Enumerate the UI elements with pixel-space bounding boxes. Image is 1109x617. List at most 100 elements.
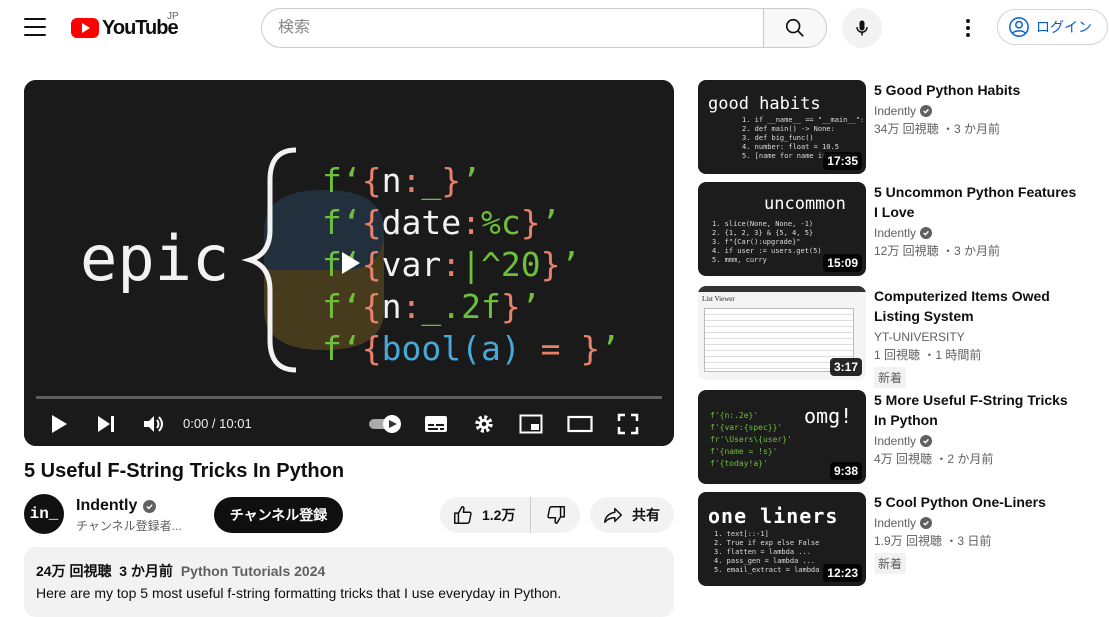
- share-button[interactable]: 共有: [590, 497, 674, 533]
- verified-icon: [920, 105, 933, 117]
- settings-button[interactable]: [472, 410, 496, 438]
- next-button[interactable]: [95, 410, 117, 438]
- youtube-play-icon: [71, 18, 99, 38]
- video-title: 5 Useful F-String Tricks In Python: [24, 460, 345, 482]
- verified-icon: [920, 435, 933, 447]
- search-input[interactable]: [278, 19, 764, 37]
- theater-mode-button[interactable]: [566, 410, 594, 438]
- search-icon: [785, 18, 804, 37]
- recommended-video[interactable]: omg! f'{n:.2e}' f'{var:{spec}}' fr'\Users\{…: [698, 390, 1108, 484]
- video-thumbnail[interactable]: good habits 1. if __name__ == "__main__":…: [698, 80, 866, 174]
- thumb-heading: good habits: [708, 94, 821, 114]
- recommended-meta: 4万 回視聴 ・2 か月前: [874, 452, 994, 466]
- player-controls: 0:00 / 10:01: [24, 402, 674, 446]
- video-thumbnail[interactable]: one liners 1. text[::-1] 2. True if exp el…: [698, 492, 866, 586]
- code-line: f‘{bool(a) = }’: [322, 329, 620, 368]
- verified-icon: [920, 227, 933, 239]
- subscribe-button[interactable]: チャンネル登録: [214, 497, 343, 533]
- recommended-channel[interactable]: Indently: [874, 104, 1084, 118]
- miniplayer-icon: [519, 414, 543, 434]
- recommended-channel[interactable]: YT-UNIVERSITY: [874, 330, 1084, 344]
- thumb-code-line: fr'\Users\{user}': [710, 435, 792, 444]
- recommended-title[interactable]: 5 Uncommon Python Features I Love: [874, 182, 1084, 222]
- login-button[interactable]: ログイン: [997, 9, 1108, 45]
- channel-avatar[interactable]: in_: [24, 494, 64, 534]
- recommended-title[interactable]: 5 More Useful F-String Tricks In Python: [874, 390, 1084, 430]
- code-line: f‘{n:_}’: [322, 161, 481, 201]
- recommended-channel-name: Indently: [874, 104, 917, 118]
- thumb-code-line: 2. True if exp else False: [714, 539, 820, 547]
- description-text: Here are my top 5 most useful f-string f…: [36, 585, 562, 601]
- recommended-channel-name: Indently: [874, 226, 917, 240]
- play-button[interactable]: [48, 410, 70, 438]
- video-thumbnail[interactable]: List Viewer 3:17: [698, 286, 866, 380]
- menu-icon[interactable]: [24, 18, 46, 36]
- thumb-code-line: 1. if __name__ == "__main__":: [742, 116, 865, 124]
- gear-icon: [475, 415, 493, 433]
- verified-icon: [920, 517, 933, 529]
- like-dislike-group: 1.2万: [440, 497, 580, 533]
- video-info: 5 Good Python Habits Indently 34万 回視聴 ・3 か…: [874, 80, 1084, 137]
- recommended-video[interactable]: good habits 1. if __name__ == "__main__":…: [698, 80, 1108, 174]
- region-label: JP: [167, 11, 179, 22]
- video-thumbnail[interactable]: omg! f'{n:.2e}' f'{var:{spec}}' fr'\Users\{…: [698, 390, 866, 484]
- recommended-video[interactable]: uncommon 1. slice(None, None, -1) 2. {1, 2…: [698, 182, 1108, 276]
- thumb-heading: uncommon: [764, 194, 846, 214]
- recommended-channel[interactable]: Indently: [874, 434, 1084, 448]
- duration-badge: 12:23: [823, 564, 862, 582]
- duration-badge: 17:35: [823, 152, 862, 170]
- miniplayer-button[interactable]: [518, 410, 544, 438]
- video-thumbnail[interactable]: uncommon 1. slice(None, None, -1) 2. {1, 2…: [698, 182, 866, 276]
- autoplay-toggle[interactable]: [368, 410, 404, 438]
- thumb-code-line: 4. number: float = 10.5: [742, 143, 839, 151]
- thumb-heading: omg!: [804, 404, 853, 428]
- thumb-code-line: 5. email_extract = lambda: [714, 566, 820, 574]
- hashtag-link[interactable]: Python Tutorials 2024: [181, 563, 325, 579]
- thumbs-up-icon: [454, 506, 472, 524]
- thumb-code-line: f'{name = !s}': [710, 447, 778, 456]
- description-meta: 24万 回視聴 3 か月前 Python Tutorials 2024: [36, 561, 662, 581]
- fullscreen-icon: [617, 413, 639, 435]
- recommended-channel-name: Indently: [874, 516, 917, 530]
- settings-menu-icon[interactable]: [956, 16, 980, 40]
- progress-bar[interactable]: [36, 396, 662, 399]
- recommended-channel[interactable]: Indently: [874, 226, 1084, 240]
- recommended-video[interactable]: one liners 1. text[::-1] 2. True if exp el…: [698, 492, 1108, 586]
- recommended-title[interactable]: 5 Cool Python One-Liners: [874, 492, 1084, 512]
- account-icon: [1009, 17, 1029, 37]
- next-icon: [98, 416, 114, 432]
- search-button[interactable]: [763, 8, 827, 48]
- recommended-video[interactable]: List Viewer 3:17 Computerized Items Owed L…: [698, 286, 1108, 388]
- thumb-heading: List Viewer: [702, 295, 735, 303]
- description-box[interactable]: 24万 回視聴 3 か月前 Python Tutorials 2024 Here…: [24, 547, 674, 617]
- dislike-button[interactable]: [531, 497, 580, 533]
- top-bar: YouTube JP ログイン: [0, 0, 1109, 56]
- video-info: Computerized Items Owed Listing System YT…: [874, 286, 1084, 388]
- upload-age: 3 か月前: [119, 563, 173, 579]
- like-button[interactable]: 1.2万: [440, 497, 531, 533]
- thumb-code-line: 5. mmm, curry: [712, 256, 767, 264]
- video-player[interactable]: epic f‘{n:_}’ f‘{date:%c}’ f‘{var:|^20}’ f‘…: [24, 80, 674, 446]
- volume-button[interactable]: [141, 410, 165, 438]
- thumbs-down-icon: [546, 506, 565, 524]
- subtitles-button[interactable]: [424, 410, 448, 438]
- duration-badge: 9:38: [829, 462, 862, 480]
- channel-name-row[interactable]: Indently: [76, 497, 157, 515]
- recommended-title[interactable]: Computerized Items Owed Listing System: [874, 286, 1084, 326]
- thumb-code-line: 1. slice(None, None, -1): [712, 220, 814, 228]
- fullscreen-button[interactable]: [616, 410, 640, 438]
- play-overlay-icon[interactable]: [337, 250, 363, 276]
- voice-search-button[interactable]: [842, 8, 882, 48]
- recommended-channel[interactable]: Indently: [874, 516, 1084, 530]
- recommended-title[interactable]: 5 Good Python Habits: [874, 80, 1084, 100]
- youtube-logo[interactable]: YouTube JP: [71, 11, 179, 40]
- recommended-meta: 1.9万 回視聴 ・3 日前: [874, 534, 992, 548]
- view-count: 24万 回視聴: [36, 563, 112, 579]
- login-label: ログイン: [1036, 19, 1092, 35]
- thumb-heading: one liners: [708, 504, 839, 528]
- thumb-code: 1. text[::-1] 2. True if exp else False 3.…: [714, 530, 819, 575]
- subscriber-count: チャンネル登録者...: [76, 519, 182, 533]
- channel-name[interactable]: Indently: [76, 497, 137, 515]
- autoplay-toggle-icon: [369, 415, 401, 433]
- thumb-code-line: 4. if user := users.get(5): [712, 247, 822, 255]
